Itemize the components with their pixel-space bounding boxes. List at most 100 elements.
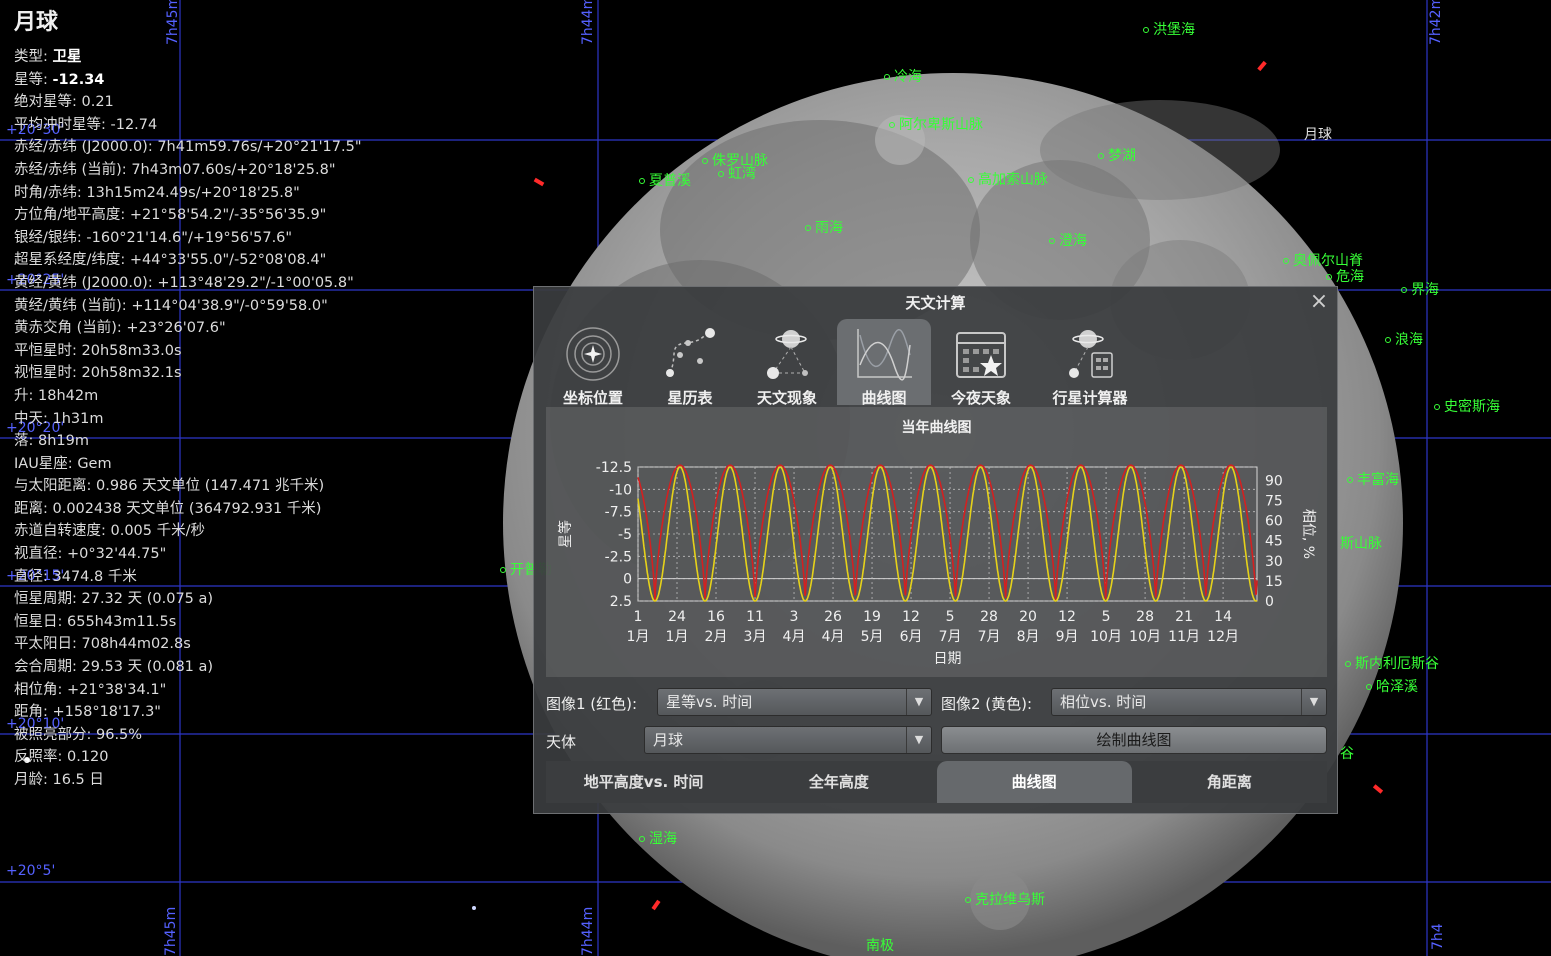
info-row: 赤道自转速度: 0.005 千米/秒 bbox=[14, 520, 362, 543]
astronomical-calculations-dialog[interactable]: 天文计算 × 坐标位置 星历表 天文现象 曲线图 今夜天象 行星计算器 -12.… bbox=[533, 286, 1338, 814]
y-tick-label: -5 bbox=[618, 527, 632, 543]
info-row-label: 类型: bbox=[14, 49, 53, 65]
info-row-label: 恒星日: bbox=[14, 613, 67, 630]
y2-tick-label: 75 bbox=[1265, 494, 1283, 510]
moon-feature-label[interactable]: 浪海 bbox=[1385, 329, 1423, 349]
info-row-label: 与太阳距离: bbox=[14, 478, 96, 495]
graph1-select[interactable]: 星等vs. 时间 ▼ bbox=[657, 688, 932, 716]
x-tick-month: 6月 bbox=[900, 629, 923, 645]
info-row: 相位角: +21°38'34.1" bbox=[14, 679, 362, 702]
graph2-value: 相位vs. 时间 bbox=[1060, 693, 1147, 711]
info-row-label: 会合周期: bbox=[14, 659, 82, 676]
info-row-label: 视直径: bbox=[14, 546, 67, 563]
moon-feature-label[interactable]: 梦湖 bbox=[1098, 145, 1136, 165]
moon-feature-label[interactable]: 洪堡海 bbox=[1143, 19, 1195, 39]
dialog-tabs: 坐标位置 星历表 天文现象 曲线图 今夜天象 行星计算器 bbox=[546, 319, 1338, 407]
info-row-label: 中天: bbox=[14, 410, 53, 427]
tab-ephemeris[interactable]: 星历表 bbox=[643, 319, 737, 407]
body-value: 月球 bbox=[653, 731, 684, 749]
object-title: 月球 bbox=[14, 10, 59, 35]
info-row-value: -12.74 bbox=[110, 116, 158, 133]
subtab-angular-distance[interactable]: 角距离 bbox=[1132, 761, 1327, 803]
info-row-label: 距离: bbox=[14, 500, 53, 517]
info-row-label: 方位角/地平高度: bbox=[14, 207, 130, 224]
subtab-altitude-vs-time[interactable]: 地平高度vs. 时间 bbox=[546, 761, 741, 803]
info-row-value: +44°33'55.0"/-52°08'08.4" bbox=[129, 252, 327, 269]
moon-feature-label[interactable]: 斯内利厄斯谷 bbox=[1345, 653, 1439, 673]
body-select[interactable]: 月球 ▼ bbox=[644, 726, 932, 754]
moon-feature-label[interactable]: 夏普溪 bbox=[639, 170, 691, 190]
info-row-label: 平均冲时星等: bbox=[14, 116, 111, 133]
moon-feature-label[interactable]: 界海 bbox=[1401, 279, 1439, 299]
info-row-value: 16.5 日 bbox=[52, 772, 104, 788]
info-row-value: +21°58'54.2"/-35°56'35.9" bbox=[129, 207, 327, 224]
x-tick-day: 3 bbox=[790, 609, 799, 625]
info-row-label: 黄经/黄纬 (当前): bbox=[14, 297, 132, 314]
info-row-label: IAU星座: bbox=[14, 455, 78, 472]
tab-planet-calculator[interactable]: 行星计算器 bbox=[1031, 319, 1149, 407]
moon-feature-label[interactable]: 冷海 bbox=[884, 66, 922, 86]
x-tick-day: 21 bbox=[1175, 609, 1193, 625]
phenomena-icon bbox=[767, 330, 808, 379]
x-tick-day: 24 bbox=[668, 609, 686, 625]
info-row: 距离: 0.002438 天文单位 (364792.931 千米) bbox=[14, 498, 362, 521]
x-tick-day: 28 bbox=[980, 609, 998, 625]
info-row: 银经/银纬: -160°21'14.6"/+19°56'57.6" bbox=[14, 227, 362, 250]
tab-graphs[interactable]: 曲线图 bbox=[837, 319, 931, 407]
graph2-select[interactable]: 相位vs. 时间 ▼ bbox=[1051, 688, 1327, 716]
moon-feature-label[interactable]: 湿海 bbox=[639, 828, 677, 848]
info-row-value: 13h15m24.49s/+20°18'25.8" bbox=[86, 184, 300, 201]
ephemeris-icon bbox=[666, 328, 715, 377]
moon-feature-label[interactable]: 南极 bbox=[866, 935, 894, 955]
info-row: 会合周期: 29.53 天 (0.081 a) bbox=[14, 656, 362, 679]
tab-label: 曲线图 bbox=[861, 389, 907, 407]
close-icon[interactable]: × bbox=[1309, 291, 1329, 313]
grid-label-ra: 7h44m bbox=[580, 0, 596, 45]
moon-feature-label[interactable]: 澄海 bbox=[1049, 230, 1087, 250]
info-row-label: 银经/银纬: bbox=[14, 229, 87, 246]
tab-label: 坐标位置 bbox=[562, 389, 623, 407]
moon-feature-label[interactable]: 高加索山脉 bbox=[968, 169, 1048, 189]
y-tick-label: -10 bbox=[609, 482, 632, 498]
x-tick-month: 3月 bbox=[744, 629, 767, 645]
moon-feature-label[interactable]: 史密斯海 bbox=[1434, 396, 1500, 416]
info-row-value: 29.53 天 (0.081 a) bbox=[81, 659, 214, 676]
info-row-label: 升: bbox=[14, 387, 38, 404]
tab-phenomena[interactable]: 天文现象 bbox=[740, 319, 834, 407]
moon-feature-label[interactable]: 斯山脉 bbox=[1340, 533, 1382, 553]
info-row-value: 655h43m11.5s bbox=[67, 613, 177, 630]
moon-feature-label[interactable]: 哈泽溪 bbox=[1366, 676, 1418, 696]
x-tick-month: 5月 bbox=[861, 629, 884, 645]
moon-feature-label[interactable]: 虹湾 bbox=[718, 163, 756, 183]
moon-object-label[interactable]: 月球 bbox=[1304, 124, 1332, 144]
moon-feature-label[interactable]: 丰富海 bbox=[1347, 469, 1399, 489]
y-tick-label: -2.5 bbox=[605, 549, 632, 565]
moon-feature-label[interactable]: 谷 bbox=[1340, 743, 1354, 763]
draw-graph-button[interactable]: 绘制曲线图 bbox=[941, 726, 1327, 754]
moon-feature-label[interactable]: 危海 bbox=[1326, 266, 1364, 286]
tab-whats-up-tonight[interactable]: 今夜天象 bbox=[934, 319, 1028, 407]
info-row-value: 96.5% bbox=[96, 726, 143, 743]
object-info-panel: 月球 类型: 卫星 星等: -12.34 绝对星等: 0.21 平均冲时星等: -12… bbox=[14, 4, 362, 792]
tab-label: 行星计算器 bbox=[1052, 389, 1128, 407]
moon-feature-label[interactable]: 克拉维乌斯 bbox=[965, 889, 1045, 909]
subtab-annual-altitude[interactable]: 全年高度 bbox=[741, 761, 936, 803]
info-row-value: 0.21 bbox=[81, 94, 114, 111]
info-row: 黄赤交角 (当前): +23°26'07.6" bbox=[14, 317, 362, 340]
info-row-label: 恒星周期: bbox=[14, 591, 82, 608]
x-tick-month: 7月 bbox=[978, 629, 1001, 645]
x-tick-day: 16 bbox=[707, 609, 725, 625]
x-tick-day: 26 bbox=[824, 609, 842, 625]
info-row: IAU星座: Gem bbox=[14, 453, 362, 476]
moon-feature-label[interactable]: 阿尔卑斯山脉 bbox=[889, 114, 983, 134]
tab-positions[interactable]: 坐标位置 bbox=[546, 319, 640, 407]
info-row-value: -12.34 bbox=[52, 71, 105, 88]
moon-feature-label[interactable]: 雨海 bbox=[805, 217, 843, 237]
info-row-value: +23°26'07.6" bbox=[126, 320, 226, 337]
info-row: 赤经/赤纬 (当前): 7h43m07.60s/+20°18'25.8" bbox=[14, 159, 362, 182]
yearly-graph[interactable]: -12.5-10-7.5-5-2.502.5907560453015011月24… bbox=[546, 407, 1327, 677]
info-row: 超星系经度/纬度: +44°33'55.0"/-52°08'08.4" bbox=[14, 249, 362, 272]
subtab-graphs[interactable]: 曲线图 bbox=[936, 761, 1132, 803]
info-row-label: 黄经/黄纬 (J2000.0): bbox=[14, 274, 158, 291]
info-row: 恒星日: 655h43m11.5s bbox=[14, 611, 362, 634]
